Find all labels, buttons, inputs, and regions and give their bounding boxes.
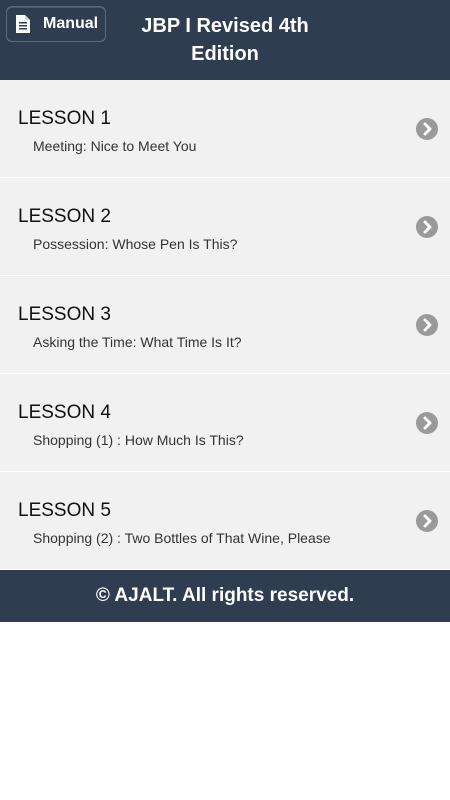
page-title: JBP I Revised 4th Edition (125, 12, 325, 68)
app-header: Manual JBP I Revised 4th Edition (0, 0, 450, 80)
footer: © AJALT. All rights reserved. (0, 570, 450, 622)
lesson-title: Meeting: Nice to Meet You (33, 138, 197, 154)
chevron-right-circle-icon (416, 314, 438, 336)
lesson-number: LESSON 4 (18, 402, 111, 423)
chevron-right-circle-icon (416, 510, 438, 532)
manual-button[interactable]: Manual (6, 6, 106, 42)
copyright-text: © AJALT. All rights reserved. (95, 585, 355, 606)
lesson-number: LESSON 2 (18, 206, 111, 227)
lesson-item-2[interactable]: LESSON 2 Possession: Whose Pen Is This? (0, 178, 450, 276)
document-icon (15, 14, 31, 34)
lesson-list: LESSON 1 Meeting: Nice to Meet You LESSO… (0, 80, 450, 570)
lesson-item-5[interactable]: LESSON 5 Shopping (2) : Two Bottles of T… (0, 472, 450, 570)
lesson-title: Shopping (2) : Two Bottles of That Wine,… (33, 530, 331, 546)
chevron-right-circle-icon (416, 118, 438, 140)
manual-button-label: Manual (43, 15, 99, 32)
lesson-item-4[interactable]: LESSON 4 Shopping (1) : How Much Is This… (0, 374, 450, 472)
lesson-number: LESSON 1 (18, 108, 111, 129)
lesson-item-1[interactable]: LESSON 1 Meeting: Nice to Meet You (0, 80, 450, 178)
lesson-item-3[interactable]: LESSON 3 Asking the Time: What Time Is I… (0, 276, 450, 374)
page-title-line1: JBP I Revised 4th (141, 15, 309, 37)
lesson-title: Asking the Time: What Time Is It? (33, 334, 242, 350)
lesson-number: LESSON 3 (18, 304, 111, 325)
page-title-line2: Edition (191, 43, 259, 65)
lesson-number: LESSON 5 (18, 500, 111, 521)
lesson-title: Possession: Whose Pen Is This? (33, 236, 238, 252)
chevron-right-circle-icon (416, 412, 438, 434)
lesson-title: Shopping (1) : How Much Is This? (33, 432, 244, 448)
chevron-right-circle-icon (416, 216, 438, 238)
